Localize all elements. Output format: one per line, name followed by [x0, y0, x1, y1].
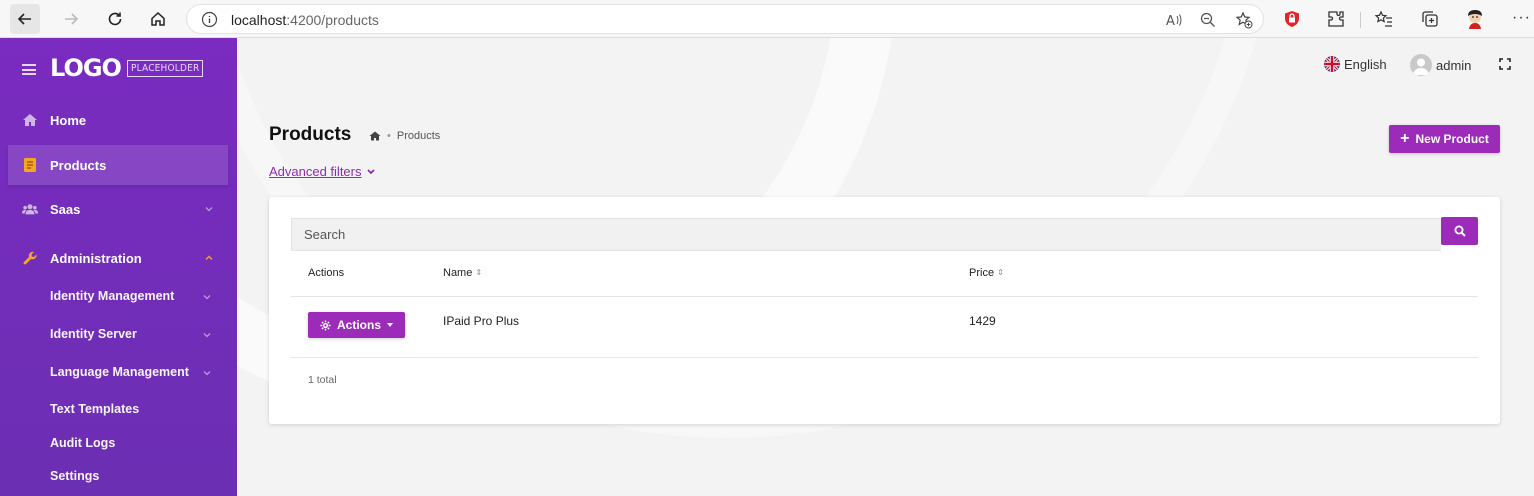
main-content: English admin Products • Products + New … [237, 38, 1534, 496]
sidebar-item-label: Products [50, 157, 107, 173]
topbar: English admin [237, 38, 1534, 94]
logo-text: LOGO [50, 54, 122, 82]
home-icon [151, 11, 165, 26]
sidebar-item-label: Saas [50, 201, 81, 217]
table-divider [291, 296, 1478, 297]
sidebar-header: LOGO PLACEHOLDER [0, 38, 237, 100]
forward-button[interactable] [56, 4, 86, 34]
sidebar-item-administration[interactable]: Administration [8, 238, 228, 278]
user-menu[interactable]: admin [1410, 54, 1471, 76]
sidebar-item-saas[interactable]: Saas [8, 189, 228, 229]
read-aloud-icon[interactable]: A [1165, 11, 1183, 29]
chevron-down-icon [205, 207, 213, 212]
sidebar-item-label: Home [50, 112, 87, 128]
refresh-button[interactable] [100, 4, 130, 34]
breadcrumb: • Products [369, 130, 440, 142]
chevron-down-icon [203, 371, 211, 376]
new-product-label: New Product [1415, 132, 1489, 146]
total-count: 1 total [308, 374, 337, 386]
shield-extension-icon[interactable] [1282, 9, 1302, 29]
sidebar-subitem-settings[interactable]: Settings [50, 469, 99, 483]
toolbar-divider [1360, 12, 1361, 28]
arrow-left-icon [17, 13, 31, 25]
advanced-filters-label: Advanced filters [269, 164, 362, 179]
caret-down-icon [387, 323, 393, 327]
language-selector[interactable]: English [1324, 56, 1387, 72]
search-input[interactable]: Search [291, 218, 1441, 251]
sidebar-subitem-text-templates[interactable]: Text Templates [50, 402, 139, 416]
sort-icon: ⇕ [997, 268, 1004, 277]
sidebar-subitem-identity-management[interactable]: Identity Management [50, 289, 174, 303]
info-icon[interactable] [201, 11, 218, 28]
book-icon [22, 157, 38, 173]
sidebar-subitem-audit-logs[interactable]: Audit Logs [50, 436, 115, 450]
home-button[interactable] [143, 4, 173, 34]
url-text: localhost:4200/products [231, 12, 379, 28]
sidebar: LOGO PLACEHOLDER Home Products Saas Admi… [0, 38, 237, 496]
column-header-name[interactable]: Name ⇕ [443, 267, 482, 279]
favorite-add-icon[interactable] [1235, 11, 1253, 29]
users-icon [22, 201, 38, 217]
logo[interactable]: LOGO PLACEHOLDER [50, 54, 204, 82]
username-label: admin [1436, 57, 1472, 73]
more-icon[interactable]: ··· [1512, 9, 1531, 27]
language-label: English [1344, 56, 1387, 72]
browser-toolbar: localhost:4200/products A ··· [0, 0, 1534, 38]
svg-text:A: A [1166, 14, 1175, 29]
favorites-icon[interactable] [1374, 9, 1394, 29]
profile-avatar-icon[interactable] [1464, 8, 1486, 30]
breadcrumb-current: Products [396, 130, 441, 142]
new-product-button[interactable]: + New Product [1389, 125, 1500, 153]
products-card: Search Actions Name ⇕ Price ⇕ Actions IPai… [269, 197, 1500, 424]
sort-icon: ⇕ [475, 268, 483, 277]
menu-toggle-icon[interactable] [22, 64, 36, 75]
home-icon[interactable] [369, 131, 381, 141]
zoom-out-icon[interactable] [1199, 11, 1217, 29]
cell-name: IPaid Pro Plus [443, 314, 520, 328]
sidebar-item-label: Administration [50, 250, 142, 266]
search-icon [1454, 225, 1466, 237]
cell-price: 1429 [969, 314, 996, 328]
avatar [1410, 54, 1432, 76]
chevron-down-icon [203, 295, 211, 300]
row-actions-label: Actions [336, 318, 381, 332]
wrench-icon [22, 250, 38, 266]
arrow-right-icon [65, 13, 79, 25]
column-header-price[interactable]: Price ⇕ [969, 267, 1004, 279]
page-title: Products [269, 124, 352, 145]
sidebar-item-home[interactable]: Home [8, 100, 228, 140]
chevron-down-icon [203, 333, 211, 338]
sidebar-subitem-language-management[interactable]: Language Management [50, 365, 189, 379]
logo-placeholder-text: PLACEHOLDER [126, 59, 204, 77]
table-divider [291, 357, 1478, 358]
sidebar-subitem-identity-server[interactable]: Identity Server [50, 327, 137, 341]
extensions-icon[interactable] [1326, 9, 1346, 29]
refresh-icon [108, 12, 122, 26]
collections-icon[interactable] [1420, 9, 1440, 29]
advanced-filters-toggle[interactable]: Advanced filters [269, 164, 376, 179]
chevron-up-icon [205, 255, 213, 260]
home-icon [22, 112, 38, 128]
gear-icon [320, 319, 331, 331]
uk-flag-icon [1324, 56, 1340, 72]
search-button[interactable] [1441, 217, 1478, 245]
column-header-actions: Actions [308, 267, 345, 279]
sidebar-item-products[interactable]: Products [8, 145, 228, 185]
address-bar[interactable]: localhost:4200/products A [186, 4, 1264, 34]
back-button[interactable] [10, 4, 40, 34]
row-actions-button[interactable]: Actions [308, 312, 405, 338]
fullscreen-icon[interactable] [1499, 58, 1511, 70]
chevron-down-icon [366, 168, 375, 174]
breadcrumb-separator: • [387, 130, 391, 142]
plus-icon: + [1400, 130, 1410, 147]
